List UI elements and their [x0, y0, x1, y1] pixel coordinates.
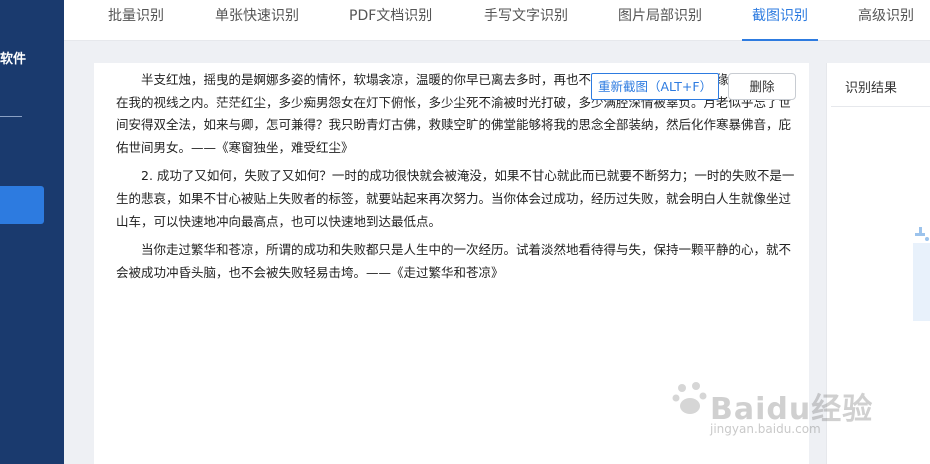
illustration-panel	[913, 243, 930, 321]
tab-single-fast-recognition[interactable]: 单张快速识别	[215, 0, 299, 41]
tab-bar: 批量识别 单张快速识别 PDF文档识别 手写文字识别 图片局部识别 截图识别 高…	[64, 0, 930, 41]
tab-batch-recognition[interactable]: 批量识别	[108, 0, 164, 41]
tab-handwriting-recognition[interactable]: 手写文字识别	[484, 0, 568, 41]
tab-partial-image-recognition[interactable]: 图片局部识别	[618, 0, 702, 41]
sidebar-active-item[interactable]	[0, 186, 44, 224]
result-title: 识别结果	[845, 81, 898, 96]
tab-screenshot-recognition[interactable]: 截图识别	[742, 0, 818, 41]
document-text: 半支红烛，摇曳的是婀娜多姿的情怀，软塌衾凉，温暖的你早已离去多时，再也不会出现，…	[116, 69, 796, 284]
illustration-dot	[925, 237, 929, 241]
result-divider	[831, 106, 930, 107]
tab-advanced-recognition[interactable]: 高级识别	[858, 0, 914, 41]
sidebar-divider	[0, 116, 22, 117]
watermark-url: jingyan.baidu.com	[710, 422, 821, 436]
tab-pdf-recognition[interactable]: PDF文档识别	[349, 0, 432, 41]
paw-logo-icon	[672, 382, 707, 414]
recapture-screenshot-button[interactable]: 重新截图（ALT+F）	[591, 73, 720, 100]
paragraph: 当你走过繁华和苍凉，所谓的成功和失败都只是人生中的一次经历。试着淡然地看待得与失…	[116, 242, 792, 280]
watermark: Baidu经验 jingyan.baidu.com	[650, 370, 872, 460]
sidebar-label: 软件	[0, 52, 27, 67]
sidebar: 软件	[0, 0, 64, 464]
illustration-mark	[915, 233, 925, 236]
delete-button[interactable]: 删除	[728, 73, 796, 100]
empty-result-illustration	[913, 227, 930, 321]
paragraph: 2. 成功了又如何，失败了又如何？一时的成功很快就会被淹没，如果不甘心就此而已就…	[116, 168, 795, 229]
